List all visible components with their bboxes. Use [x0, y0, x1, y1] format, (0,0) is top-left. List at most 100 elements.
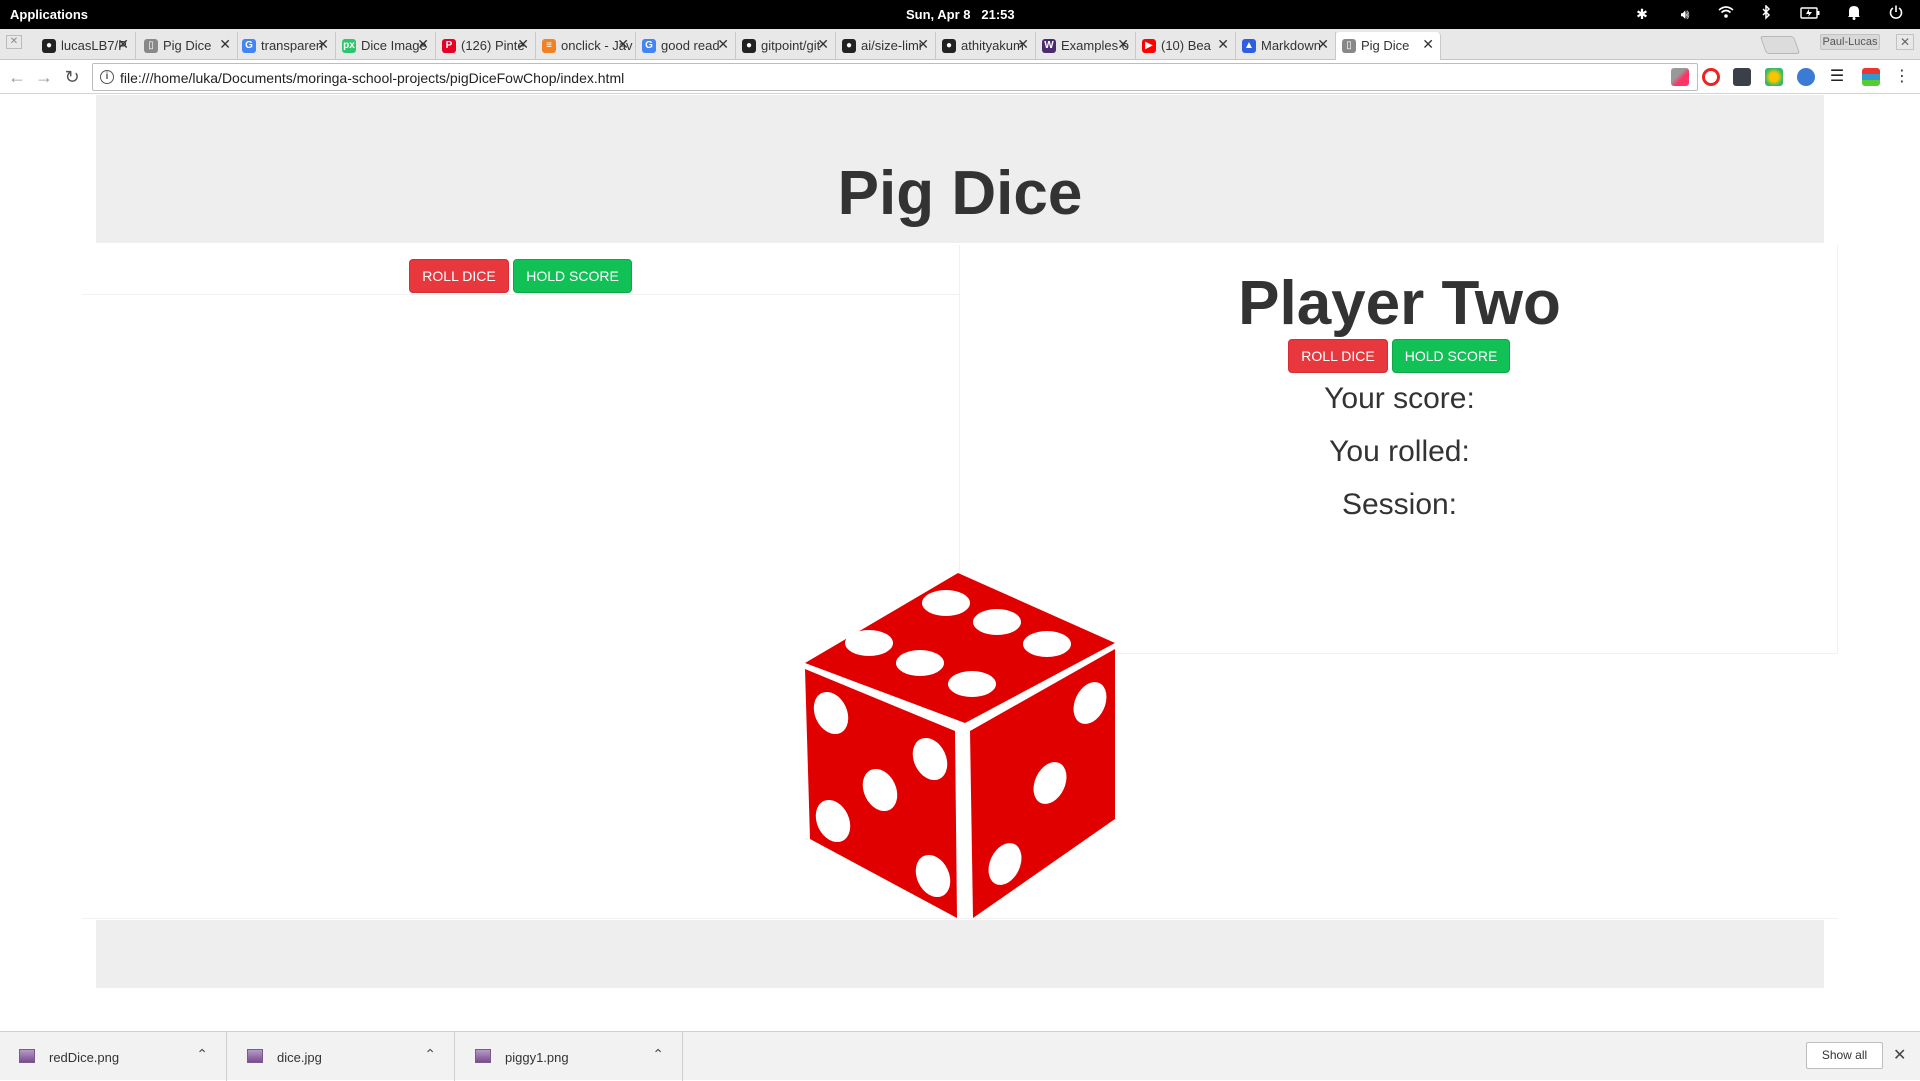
download-filename: dice.jpg — [277, 1050, 322, 1065]
tab-close-icon[interactable]: ✕ — [317, 36, 329, 53]
google-icon: G — [242, 39, 256, 53]
browser-tab[interactable]: ● ai/size-limi ✕ — [836, 32, 936, 60]
window-close-icon[interactable]: ✕ — [1896, 34, 1914, 50]
browser-tab[interactable]: W Examples o ✕ — [1036, 32, 1136, 60]
github-icon: ● — [42, 39, 56, 53]
jumbotron: Pig Dice — [96, 95, 1824, 243]
browser-tab[interactable]: ▶ (10) Bea ✕ — [1136, 32, 1236, 60]
player-two-score-label: Your score: — [1324, 382, 1475, 415]
page-icon: ▯ — [144, 39, 158, 53]
settings-gear-icon[interactable]: ✱ — [1632, 5, 1652, 24]
player-one-panel: ROLL DICE HOLD SCORE — [82, 245, 959, 295]
player-two-hold-button[interactable]: HOLD SCORE — [1392, 339, 1510, 373]
page-title: Pig Dice — [837, 159, 1083, 228]
tab-close-icon[interactable]: ✕ — [1317, 36, 1329, 53]
download-item[interactable]: redDice.png ⌃ — [0, 1032, 227, 1081]
os-top-panel: Applications Sun, Apr 8 21:53 ✱ 🔊︎ — [0, 0, 1920, 29]
red-dice-image — [805, 573, 1115, 918]
download-filename: redDice.png — [49, 1050, 120, 1065]
tab-close-icon[interactable]: ✕ — [717, 36, 729, 53]
browser-tab[interactable]: ≡ onclick - Jav ✕ — [536, 32, 636, 60]
browser-tab[interactable]: Ggood read ✕ — [636, 32, 736, 60]
tab-close-icon[interactable]: ✕ — [219, 36, 231, 53]
download-item[interactable]: dice.jpg ⌃ — [228, 1032, 455, 1081]
volume-icon[interactable]: 🔊︎ — [1675, 5, 1695, 24]
bell-icon[interactable] — [1844, 5, 1864, 24]
player-two-session-label: Session: — [1341, 488, 1458, 521]
browser-tab[interactable]: ● gitpoint/git ✕ — [736, 32, 836, 60]
download-shelf: redDice.png ⌃ dice.jpg ⌃ piggy1.png ⌃ Sh… — [0, 1031, 1920, 1081]
menu-lines-icon[interactable]: ☰ — [1828, 68, 1846, 86]
extension-colorpick-icon[interactable] — [1765, 68, 1783, 86]
page-icon: ▯ — [1342, 39, 1356, 53]
tab-close-icon[interactable]: ✕ — [917, 36, 929, 53]
browser-tab[interactable]: ● athityakum ✕ — [936, 32, 1036, 60]
back-icon[interactable]: ← — [6, 66, 28, 88]
browser-tab-strip: ✕ ● lucasLB7/P ✕ ▯ Pig Dice ✕ Gtransparen ✕ px Di… — [0, 29, 1920, 60]
tab-close-icon[interactable]: ✕ — [817, 36, 829, 53]
profile-button[interactable]: Paul-Lucas — [1820, 34, 1880, 50]
tab-close-icon[interactable]: ✕ — [517, 36, 529, 53]
browser-tab[interactable]: px Dice Image ✕ — [336, 32, 436, 60]
stackoverflow-icon: ≡ — [542, 39, 556, 53]
tab-close-icon[interactable]: ✕ — [417, 36, 429, 53]
url-text[interactable]: file:///home/luka/Documents/moringa-scho… — [120, 70, 624, 86]
player-two-rolled-label: You rolled: — [1329, 435, 1470, 468]
wifi-icon[interactable] — [1716, 5, 1736, 24]
extension-blue-icon[interactable] — [1797, 68, 1815, 86]
browser-toolbar: ← → ↻ i file:///home/luka/Documents/mori… — [0, 60, 1920, 94]
new-tab-button[interactable] — [1759, 36, 1801, 54]
reload-icon[interactable]: ↻ — [61, 66, 83, 88]
forward-icon[interactable]: → — [33, 66, 55, 88]
extension-eyedropper-icon[interactable] — [1671, 68, 1689, 86]
tab-close-icon[interactable]: ✕ — [117, 36, 129, 53]
kebab-menu-icon[interactable]: ⋮ — [1893, 68, 1911, 86]
w-icon: W — [1042, 39, 1056, 53]
web-page: Pig Dice ROLL DICE HOLD SCORE Player Two… — [0, 95, 1920, 1031]
power-icon[interactable] — [1886, 5, 1906, 24]
tab-close-icon[interactable]: ✕ — [1017, 36, 1029, 53]
browser-tab[interactable]: ▲ Markdown ✕ — [1236, 32, 1336, 60]
time-label: 21:53 — [981, 7, 1015, 22]
image-file-icon — [247, 1049, 263, 1063]
pixabay-icon: px — [342, 39, 356, 53]
download-item[interactable]: piggy1.png ⌃ — [456, 1032, 683, 1081]
clock[interactable]: Sun, Apr 8 21:53 — [906, 7, 1015, 22]
battery-icon[interactable] — [1800, 5, 1820, 24]
github-icon: ● — [842, 39, 856, 53]
date-label: Sun, Apr 8 — [906, 7, 971, 22]
browser-tab[interactable]: P (126) Pinte ✕ — [436, 32, 536, 60]
tab-close-icon[interactable]: ✕ — [1422, 36, 1434, 53]
github-icon: ● — [742, 39, 756, 53]
pinterest-icon: P — [442, 39, 456, 53]
browser-tab[interactable]: ● lucasLB7/P ✕ — [36, 32, 136, 60]
extension-palette-icon[interactable] — [1862, 68, 1880, 86]
player-two-name: Player Two — [1238, 269, 1561, 338]
tab-close-icon[interactable]: ✕ — [1117, 36, 1129, 53]
address-bar[interactable]: i file:///home/luka/Documents/moringa-sc… — [92, 63, 1698, 91]
youtube-icon: ▶ — [1142, 39, 1156, 53]
atlassian-icon: ▲ — [1242, 39, 1256, 53]
opera-icon[interactable] — [1702, 68, 1720, 86]
extension-terminal-icon[interactable] — [1733, 68, 1751, 86]
close-icon[interactable]: ✕ — [6, 35, 22, 49]
chevron-up-icon[interactable]: ⌃ — [196, 1046, 208, 1063]
browser-tab[interactable]: ▯ Pig Dice ✕ — [138, 32, 238, 60]
browser-tab[interactable]: ▯ Pig Dice ✕ — [1336, 32, 1441, 60]
browser-tab[interactable]: Gtransparen ✕ — [236, 32, 336, 60]
bluetooth-icon[interactable] — [1756, 4, 1776, 24]
show-all-downloads-button[interactable]: Show all — [1806, 1042, 1883, 1069]
tab-close-icon[interactable]: ✕ — [1217, 36, 1229, 53]
chevron-up-icon[interactable]: ⌃ — [652, 1046, 664, 1063]
download-filename: piggy1.png — [505, 1050, 569, 1065]
image-file-icon — [475, 1049, 491, 1063]
applications-menu[interactable]: Applications — [10, 7, 88, 22]
chevron-up-icon[interactable]: ⌃ — [424, 1046, 436, 1063]
info-icon[interactable]: i — [100, 70, 114, 84]
close-shelf-icon[interactable]: ✕ — [1893, 1045, 1906, 1065]
player-two-roll-button[interactable]: ROLL DICE — [1288, 339, 1388, 373]
footer-band — [96, 920, 1824, 988]
tab-close-icon[interactable]: ✕ — [617, 36, 629, 53]
player-one-hold-button[interactable]: HOLD SCORE — [513, 259, 632, 293]
player-one-roll-button[interactable]: ROLL DICE — [409, 259, 509, 293]
